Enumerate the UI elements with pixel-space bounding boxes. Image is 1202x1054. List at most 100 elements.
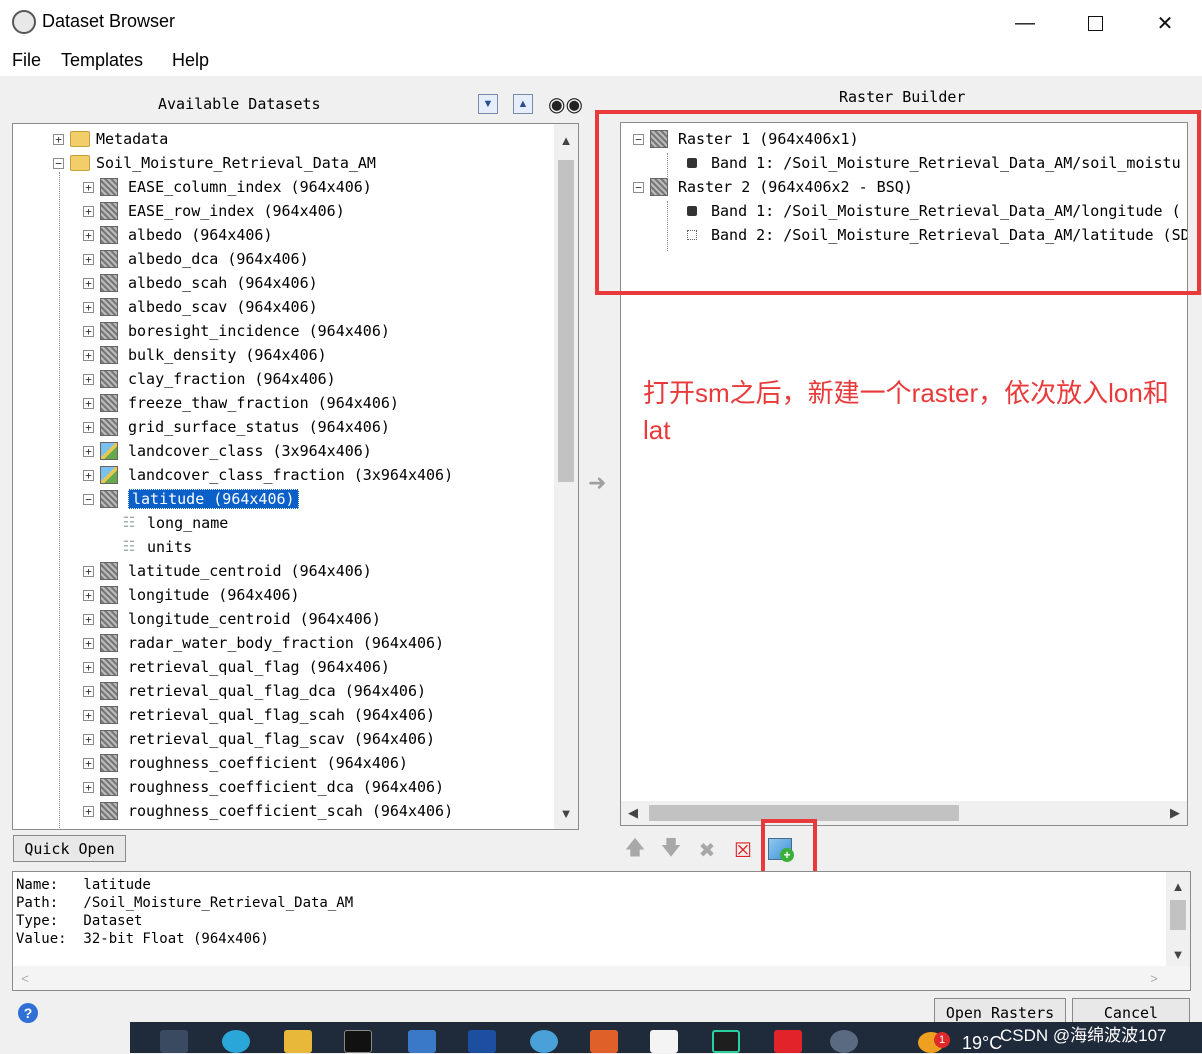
tree-item[interactable]: + Metadata bbox=[53, 127, 168, 151]
tree-item[interactable]: + clay_fraction (964x406) bbox=[83, 367, 336, 391]
pycharm-icon[interactable] bbox=[712, 1030, 740, 1053]
tree-item[interactable]: + longitude_centroid (964x406) bbox=[83, 607, 381, 631]
sprout-app-icon[interactable] bbox=[650, 1030, 678, 1053]
delete-button[interactable]: ✖ bbox=[694, 837, 720, 863]
tree-item[interactable]: + retrieval_qual_flag (964x406) bbox=[83, 655, 390, 679]
envi-icon[interactable] bbox=[830, 1030, 858, 1053]
left-tree-scrollbar[interactable]: ▲ ▼ bbox=[554, 124, 578, 829]
tree-item[interactable]: + grid_surface_status (964x406) bbox=[83, 415, 390, 439]
available-datasets-tree[interactable]: + Metadata − Soil_Moisture_Retrieval_Data_A… bbox=[12, 123, 579, 830]
expand-icon[interactable]: + bbox=[83, 421, 94, 433]
file-explorer-icon[interactable] bbox=[284, 1030, 312, 1053]
tree-item[interactable]: ☷ long_name bbox=[113, 511, 229, 535]
tree-item[interactable]: + albedo_scah (964x406) bbox=[83, 271, 318, 295]
info-scroll-thumb[interactable] bbox=[1170, 900, 1186, 930]
temperature-text: 19°C bbox=[962, 1033, 1003, 1053]
expand-icon[interactable]: + bbox=[83, 661, 94, 673]
expand-icon[interactable]: + bbox=[83, 349, 94, 361]
expand-icon[interactable]: + bbox=[83, 733, 94, 745]
expand-icon[interactable]: + bbox=[83, 469, 94, 481]
expand-icon[interactable]: + bbox=[83, 301, 94, 313]
expand-icon[interactable]: + bbox=[83, 685, 94, 697]
expand-all-button[interactable]: ▼ bbox=[478, 94, 498, 114]
control-panel-icon[interactable] bbox=[408, 1030, 436, 1053]
expand-icon[interactable]: + bbox=[83, 781, 94, 793]
tree-item[interactable]: + EASE_row_index (964x406) bbox=[83, 199, 345, 223]
scroll-down-arrow[interactable]: ▼ bbox=[554, 801, 578, 825]
maximize-button[interactable] bbox=[1072, 0, 1118, 46]
tree-item[interactable]: + landcover_class_fraction (3x964x406) bbox=[83, 463, 453, 487]
clear-rasters-button[interactable]: ☒ bbox=[730, 837, 756, 863]
tree-item[interactable]: + bulk_density (964x406) bbox=[83, 343, 327, 367]
expand-icon[interactable]: + bbox=[83, 205, 94, 217]
raster-builder-scrollbar[interactable]: ◀ ▶ bbox=[621, 801, 1187, 825]
tree-item[interactable]: + albedo_dca (964x406) bbox=[83, 247, 309, 271]
tree-item[interactable]: + roughness_coefficient_scah (964x406) bbox=[83, 799, 453, 823]
scroll-up-arrow[interactable]: ▲ bbox=[554, 128, 578, 152]
tree-item[interactable]: + latitude_centroid (964x406) bbox=[83, 559, 372, 583]
add-to-raster-button[interactable]: ➜ bbox=[588, 470, 606, 496]
tree-item[interactable]: − latitude (964x406) bbox=[83, 487, 299, 511]
expand-icon[interactable]: + bbox=[83, 589, 94, 601]
collapse-icon[interactable]: − bbox=[83, 493, 94, 505]
info-scroll-left[interactable]: < bbox=[13, 966, 37, 990]
help-icon[interactable]: ? bbox=[18, 1003, 38, 1023]
expand-icon[interactable]: + bbox=[83, 229, 94, 241]
app-link-icon[interactable] bbox=[468, 1030, 496, 1053]
globe-app-icon[interactable] bbox=[530, 1030, 558, 1053]
edge-browser-icon[interactable] bbox=[222, 1030, 250, 1053]
expand-icon[interactable]: + bbox=[83, 613, 94, 625]
tree-item[interactable]: + radar_water_body_fraction (964x406) bbox=[83, 631, 444, 655]
tree-item[interactable]: + EASE_column_index (964x406) bbox=[83, 175, 372, 199]
search-button[interactable]: ◉◉ bbox=[548, 92, 583, 117]
task-view-icon[interactable] bbox=[160, 1030, 188, 1053]
move-down-button[interactable]: 🡇 bbox=[658, 837, 684, 863]
close-button[interactable]: ✕ bbox=[1142, 0, 1188, 46]
terminal-icon[interactable] bbox=[344, 1030, 372, 1053]
quick-open-button[interactable]: Quick Open bbox=[13, 835, 126, 862]
collapse-icon[interactable]: − bbox=[53, 157, 64, 169]
collapse-all-button[interactable]: ▲ bbox=[513, 94, 533, 114]
tree-item[interactable]: + retrieval_qual_flag_dca (964x406) bbox=[83, 679, 426, 703]
youdao-icon[interactable] bbox=[774, 1030, 802, 1053]
expand-icon[interactable]: + bbox=[83, 805, 94, 817]
expand-icon[interactable]: + bbox=[83, 445, 94, 457]
tree-item[interactable]: + albedo (964x406) bbox=[83, 223, 273, 247]
tree-item[interactable]: + freeze_thaw_fraction (964x406) bbox=[83, 391, 399, 415]
menu-help[interactable]: Help bbox=[172, 50, 209, 71]
minimize-button[interactable]: — bbox=[1002, 0, 1048, 46]
info-hscroll[interactable]: < > bbox=[13, 966, 1190, 990]
expand-icon[interactable]: + bbox=[83, 637, 94, 649]
expand-icon[interactable]: + bbox=[83, 277, 94, 289]
tree-item[interactable]: + roughness_coefficient_dca (964x406) bbox=[83, 775, 444, 799]
scroll-right-arrow[interactable]: ▶ bbox=[1163, 801, 1187, 825]
scrollbar-thumb[interactable] bbox=[558, 160, 574, 482]
scroll-left-arrow[interactable]: ◀ bbox=[621, 801, 645, 825]
tree-item[interactable]: + retrieval_qual_flag_scav (964x406) bbox=[83, 727, 435, 751]
expand-icon[interactable]: + bbox=[83, 757, 94, 769]
expand-icon[interactable]: + bbox=[83, 325, 94, 337]
expand-icon[interactable]: + bbox=[83, 181, 94, 193]
expand-icon[interactable]: + bbox=[83, 373, 94, 385]
tree-item[interactable]: + boresight_incidence (964x406) bbox=[83, 319, 390, 343]
expand-icon[interactable]: + bbox=[83, 397, 94, 409]
menu-templates[interactable]: Templates bbox=[61, 50, 143, 71]
matlab-icon[interactable] bbox=[590, 1030, 618, 1053]
menu-file[interactable]: File bbox=[12, 50, 41, 71]
info-scroll-down[interactable]: ▼ bbox=[1166, 942, 1190, 966]
expand-icon[interactable]: + bbox=[83, 565, 94, 577]
expand-icon[interactable]: + bbox=[53, 133, 64, 145]
tree-item[interactable]: + longitude (964x406) bbox=[83, 583, 300, 607]
info-scroll-up[interactable]: ▲ bbox=[1166, 874, 1190, 898]
info-vscroll[interactable]: ▲ ▼ bbox=[1166, 872, 1190, 968]
tree-item[interactable]: + retrieval_qual_flag_scah (964x406) bbox=[83, 703, 435, 727]
tree-item[interactable]: + roughness_coefficient (964x406) bbox=[83, 751, 408, 775]
move-up-button[interactable]: 🡅 bbox=[622, 837, 648, 863]
expand-icon[interactable]: + bbox=[83, 709, 94, 721]
info-scroll-right[interactable]: > bbox=[1142, 966, 1166, 990]
tree-item[interactable]: − Soil_Moisture_Retrieval_Data_AM bbox=[53, 151, 376, 175]
tree-item[interactable]: + albedo_scav (964x406) bbox=[83, 295, 318, 319]
tree-item[interactable]: + landcover_class (3x964x406) bbox=[83, 439, 372, 463]
expand-icon[interactable]: + bbox=[83, 253, 94, 265]
tree-item[interactable]: ☷ units bbox=[113, 535, 192, 559]
